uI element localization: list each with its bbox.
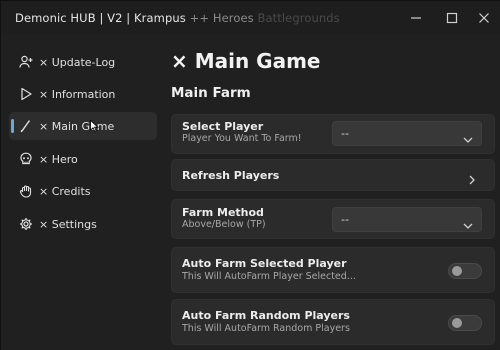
- farm-method-subtitle: Above/Below (TP): [182, 219, 266, 230]
- chevron-right-icon: [468, 170, 476, 189]
- section-title: Main Farm: [171, 85, 251, 101]
- play-icon: [18, 86, 34, 102]
- mouse-cursor-icon: [90, 117, 99, 136]
- auto-farm-selected-row: Auto Farm Selected Player This Will Auto…: [171, 247, 495, 293]
- dropdown-value: --: [341, 127, 349, 140]
- main-content: × Main Game Main Farm Select Player Play…: [161, 35, 500, 350]
- title-bar[interactable]: Demonic HUB | V2 | Krampus ++ Heroes Bat…: [1, 1, 500, 35]
- refresh-players-button[interactable]: Refresh Players: [171, 159, 495, 191]
- auto-farm-random-toggle[interactable]: [448, 315, 482, 331]
- minimize-icon: [411, 17, 421, 19]
- farm-method-row: Farm Method Above/Below (TP) --: [171, 199, 495, 239]
- skull-icon: [18, 151, 34, 167]
- auto-farm-random-subtitle: This Will AutoFarm Random Players: [182, 323, 350, 334]
- chevron-down-icon: [463, 129, 473, 148]
- sidebar-item-update-log[interactable]: × Update-Log: [9, 48, 157, 76]
- sidebar-item-label: × Update-Log: [39, 55, 116, 69]
- select-player-row: Select Player Player You Want To Farm! -…: [171, 114, 495, 154]
- pen-icon: [18, 118, 34, 134]
- maximize-button[interactable]: [443, 9, 461, 27]
- page-title: × Main Game: [171, 49, 321, 73]
- gear-icon: [18, 216, 34, 232]
- close-icon: [479, 13, 489, 23]
- window-title: Demonic HUB | V2 | Krampus ++ Heroes Bat…: [15, 11, 340, 25]
- window-title-tag: ++ Heroes: [189, 11, 254, 25]
- select-player-title: Select Player: [182, 120, 264, 133]
- sidebar-item-main-game[interactable]: × Main Game: [9, 112, 157, 140]
- active-indicator: [11, 119, 14, 133]
- window-title-faint: Battlegrounds: [257, 11, 340, 25]
- close-button[interactable]: [475, 9, 493, 27]
- auto-farm-random-title: Auto Farm Random Players: [182, 309, 350, 322]
- refresh-players-title: Refresh Players: [182, 169, 280, 182]
- hand-icon: [18, 183, 34, 199]
- auto-farm-selected-title: Auto Farm Selected Player: [182, 257, 347, 270]
- toggle-knob: [452, 318, 462, 328]
- sidebar-item-label: × Main Game: [39, 119, 115, 133]
- app-window: Demonic HUB | V2 | Krampus ++ Heroes Bat…: [0, 0, 500, 350]
- sidebar-item-credits[interactable]: × Credits: [9, 177, 157, 205]
- sidebar-item-label: × Settings: [39, 217, 97, 231]
- auto-farm-random-row: Auto Farm Random Players This Will AutoF…: [171, 299, 495, 345]
- select-player-dropdown[interactable]: --: [332, 121, 482, 146]
- farm-method-title: Farm Method: [182, 206, 264, 219]
- auto-farm-selected-toggle[interactable]: [448, 263, 482, 279]
- sidebar-item-information[interactable]: × Information: [9, 80, 157, 108]
- sidebar-item-label: × Hero: [39, 152, 78, 166]
- sidebar-item-settings[interactable]: × Settings: [9, 210, 157, 238]
- auto-farm-selected-subtitle: This Will AutoFarm Player Selected...: [182, 271, 356, 282]
- chevron-down-icon: [463, 215, 473, 234]
- select-player-subtitle: Player You Want To Farm!: [182, 133, 302, 144]
- sidebar-item-hero[interactable]: × Hero: [9, 145, 157, 173]
- sidebar-item-label: × Credits: [39, 184, 91, 198]
- minimize-button[interactable]: [407, 9, 425, 27]
- toggle-knob: [452, 266, 462, 276]
- user-plus-icon: [18, 54, 34, 70]
- window-title-main: Demonic HUB | V2 | Krampus: [15, 11, 186, 25]
- farm-method-dropdown[interactable]: --: [332, 207, 482, 232]
- dropdown-value: --: [341, 213, 349, 226]
- maximize-icon: [446, 12, 458, 24]
- sidebar: × Update-Log × Information × Main Game ×…: [1, 35, 161, 350]
- sidebar-item-label: × Information: [39, 87, 116, 101]
